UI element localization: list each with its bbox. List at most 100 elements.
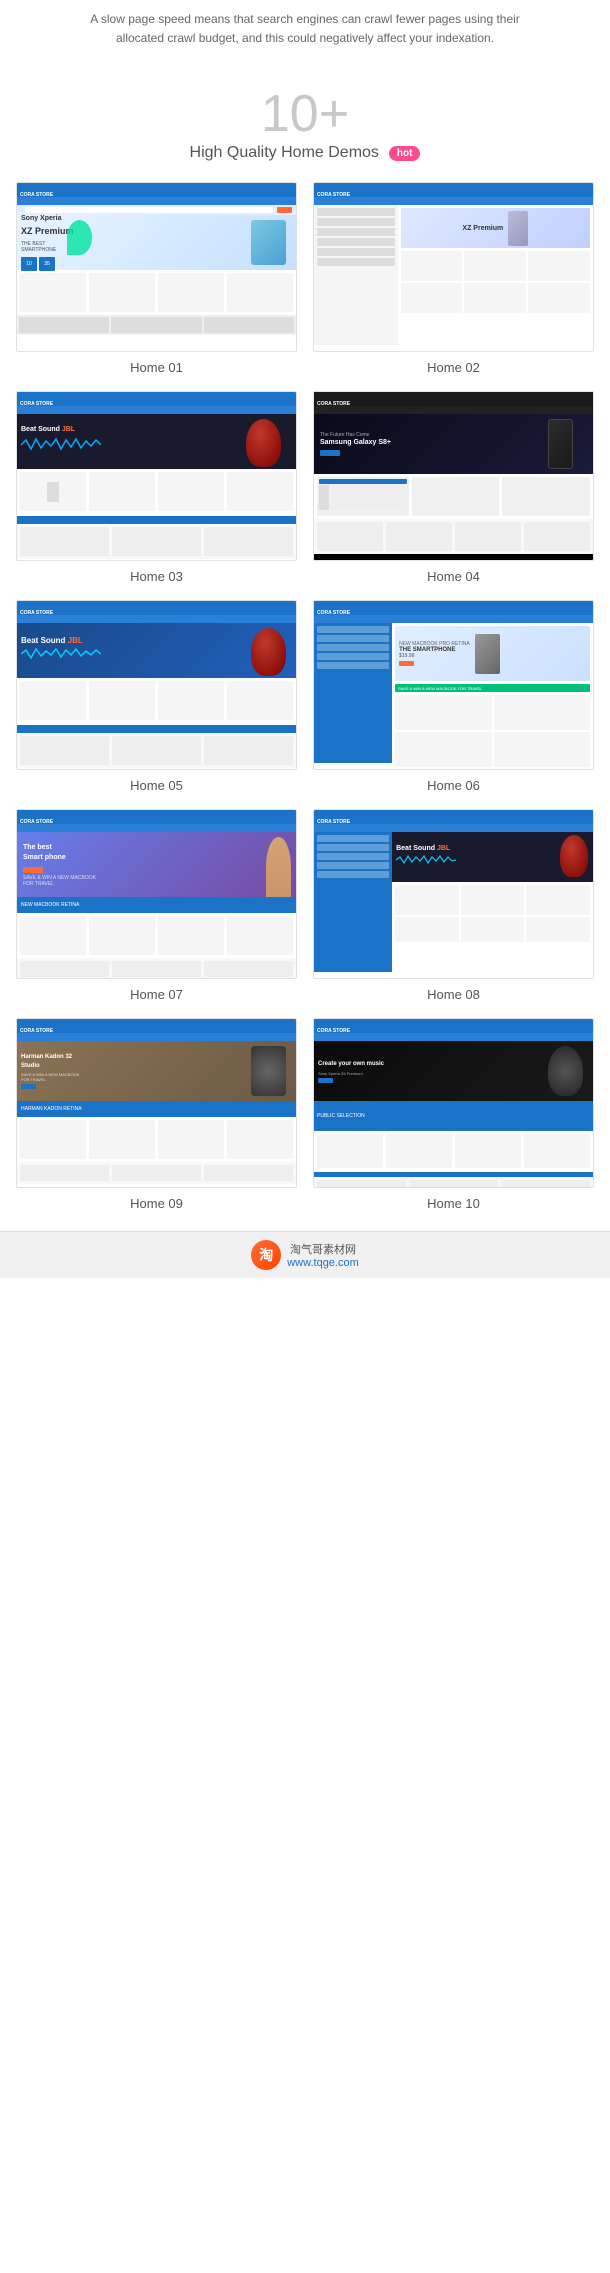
bottom-row-h4 <box>314 519 593 554</box>
demo-preview-home03[interactable]: CORA STORE Beat Sound JBL <box>16 391 297 561</box>
section-subtitle: High Quality Home Demos <box>190 144 379 162</box>
demo-item-home02[interactable]: CORA STORE XZ Premium <box>313 182 594 375</box>
demo-label-home01: Home 01 <box>130 360 183 375</box>
demo-preview-home08[interactable]: CORA STORE B <box>313 809 594 979</box>
prod-grid-h8 <box>392 882 593 945</box>
sub-nav-h3 <box>17 406 296 414</box>
demo-label-home10: Home 10 <box>427 1196 480 1211</box>
prod-grid-h6 <box>395 695 590 767</box>
demo-preview-home01[interactable]: CORA STORE Sony XperiaXZ Premium THE BES… <box>16 182 297 352</box>
blue-section-h10: PUBLIC SELECTION <box>314 1101 593 1131</box>
phone-h4 <box>548 419 573 469</box>
headphone-h8 <box>560 835 588 877</box>
section-subtitle-row: High Quality Home Demos hot <box>0 144 610 162</box>
sub-nav-h7 <box>17 824 296 832</box>
watermark-icon: 淘 <box>251 1240 281 1270</box>
watermark-url: www.tqge.com <box>287 1257 359 1269</box>
sub-nav-h10 <box>314 1033 593 1041</box>
demo-item-home01[interactable]: CORA STORE Sony XperiaXZ Premium THE BES… <box>16 182 297 375</box>
demo-preview-home04[interactable]: CORA STORE The Future Has Come Samsung G… <box>313 391 594 561</box>
demo-item-home05[interactable]: CORA STORE Beat Sound JBL <box>16 600 297 793</box>
demo-label-home06: Home 06 <box>427 778 480 793</box>
demo-item-home08[interactable]: CORA STORE B <box>313 809 594 1002</box>
top-text-line2: allocated crawl budget, and this could n… <box>116 31 494 45</box>
sub-nav-h6 <box>314 615 593 623</box>
section-number: 10+ <box>0 88 610 140</box>
nav-bar-h1: CORA STORE <box>17 183 296 197</box>
sidebar-h6 <box>314 623 392 763</box>
watermark-site-name: 淘气哥素材网 <box>287 1241 359 1257</box>
sub-nav-h1 <box>17 197 296 205</box>
hot-badge: hot <box>389 146 421 161</box>
hero-h5: Beat Sound JBL <box>17 623 296 678</box>
bottom-row-h3 <box>17 524 296 559</box>
products-row-h5 <box>17 678 296 723</box>
nav-bar-h9: CORA STORE <box>17 1019 296 1033</box>
hero-h10: Create your own music Sony Xperia Z5 Pre… <box>314 1041 593 1101</box>
sub-nav-h9 <box>17 1033 296 1041</box>
demo-label-home03: Home 03 <box>130 569 183 584</box>
bottom-row-h7 <box>17 958 296 978</box>
main-h2: XZ Premium <box>398 205 593 345</box>
sub-nav-h4 <box>314 406 593 414</box>
main-h8: Beat Sound JBL <box>392 832 593 972</box>
nav-bar-h3: CORA STORE <box>17 392 296 406</box>
strip-h5 <box>17 725 296 733</box>
speaker-h9 <box>251 1046 286 1096</box>
products-row-h10 <box>314 1131 593 1171</box>
demo-item-home06[interactable]: CORA STORE NEW MACBOOK PRO RETI <box>313 600 594 793</box>
bottom-row-h10 <box>314 1177 593 1187</box>
demo-item-home03[interactable]: CORA STORE Beat Sound JBL <box>16 391 297 584</box>
demo-preview-home05[interactable]: CORA STORE Beat Sound JBL <box>16 600 297 770</box>
demo-item-home04[interactable]: CORA STORE The Future Has Come Samsung G… <box>313 391 594 584</box>
demo-preview-home02[interactable]: CORA STORE XZ Premium <box>313 182 594 352</box>
wave-svg-h3 <box>21 437 101 452</box>
hero-h3: Beat Sound JBL <box>17 414 296 469</box>
demo-preview-home09[interactable]: CORA STORE Harman Kadon 32Studio SAVE & … <box>16 1018 297 1188</box>
watermark-bar: 淘 淘气哥素材网 www.tqge.com <box>0 1231 610 1278</box>
stats-row-h1 <box>17 315 296 335</box>
products-row-h3 <box>17 469 296 514</box>
section-header: 10+ High Quality Home Demos hot <box>0 68 610 172</box>
content-h6: NEW MACBOOK PRO RETINA THE SMARTPHONE $1… <box>314 623 593 763</box>
demo-label-home02: Home 02 <box>427 360 480 375</box>
top-description: A slow page speed means that search engi… <box>0 0 610 68</box>
hero-box-h2: XZ Premium <box>401 208 590 248</box>
products-row-h7 <box>17 913 296 958</box>
hero-h8: Beat Sound JBL <box>392 832 593 882</box>
demo-item-home07[interactable]: CORA STORE The bestSmart phone SAVE & WI… <box>16 809 297 1002</box>
sub-nav-h8 <box>314 824 593 832</box>
hero-h9: Harman Kadon 32Studio SAVE & WIN A NEW M… <box>17 1041 296 1101</box>
blue-strip-h3 <box>17 516 296 524</box>
demo-item-home10[interactable]: CORA STORE Create your own music Sony Xp… <box>313 1018 594 1211</box>
green-shape-h1 <box>67 220 92 255</box>
blue-banner-h9: HARMAN KADON RETINA <box>17 1101 296 1117</box>
products-row-h4 <box>314 474 593 519</box>
person-h7 <box>266 837 291 897</box>
sidebar-h2 <box>314 205 398 345</box>
demo-label-home08: Home 08 <box>427 987 480 1002</box>
content-h8: Beat Sound JBL <box>314 832 593 972</box>
content-h2: XZ Premium <box>314 205 593 345</box>
nav-bar-h8: CORA STORE <box>314 810 593 824</box>
demo-label-home04: Home 04 <box>427 569 480 584</box>
products-row-h1 <box>17 270 296 315</box>
hero-phone-h1 <box>251 220 286 265</box>
headphone-h3 <box>246 419 281 467</box>
demo-preview-home07[interactable]: CORA STORE The bestSmart phone SAVE & WI… <box>16 809 297 979</box>
demo-preview-home10[interactable]: CORA STORE Create your own music Sony Xp… <box>313 1018 594 1188</box>
main-h6: NEW MACBOOK PRO RETINA THE SMARTPHONE $1… <box>392 623 593 763</box>
bottom-row-h9 <box>17 1162 296 1184</box>
sub-nav-h5 <box>17 615 296 623</box>
bottom-row-h5 <box>17 733 296 768</box>
hero-h7: The bestSmart phone SAVE & WIN A NEW MAC… <box>17 832 296 897</box>
demo-label-home09: Home 09 <box>130 1196 183 1211</box>
nav-bar-h4: CORA STORE <box>314 392 593 406</box>
sidebar-h8 <box>314 832 392 972</box>
headphone-h10 <box>548 1046 583 1096</box>
hero-h1: Sony XperiaXZ Premium THE BESTSMARTPHONE… <box>17 215 296 270</box>
demo-preview-home06[interactable]: CORA STORE NEW MACBOOK PRO RETI <box>313 600 594 770</box>
demo-label-home05: Home 05 <box>130 778 183 793</box>
demo-item-home09[interactable]: CORA STORE Harman Kadon 32Studio SAVE & … <box>16 1018 297 1211</box>
nav-bar-h5: CORA STORE <box>17 601 296 615</box>
